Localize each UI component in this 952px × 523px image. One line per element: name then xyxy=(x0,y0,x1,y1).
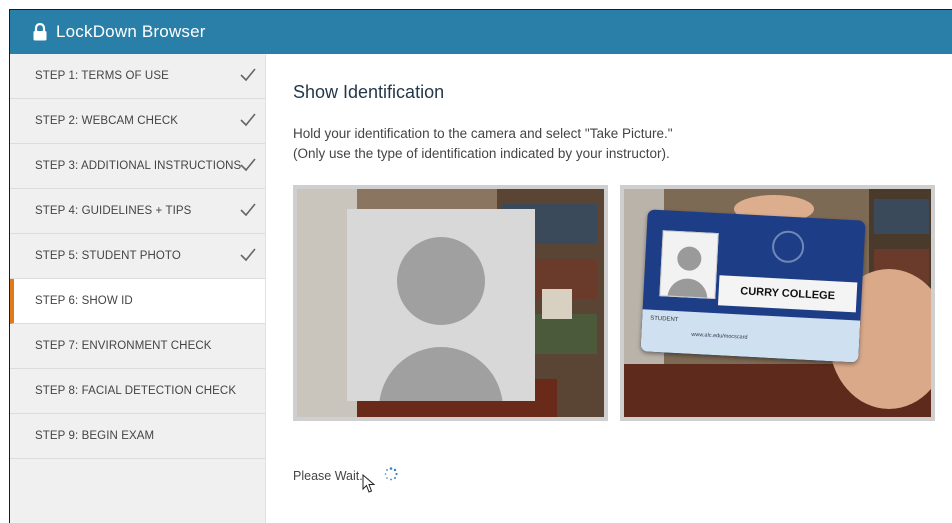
checkmark-icon xyxy=(240,158,256,172)
checkmark-icon xyxy=(240,113,256,127)
title-bar: LockDown Browser xyxy=(10,10,952,54)
mouse-cursor-icon xyxy=(362,474,376,493)
step-webcam-check[interactable]: STEP 2: WEBCAM CHECK xyxy=(10,99,265,144)
instruction-note: (Only use the type of identification ind… xyxy=(293,146,670,161)
id-card-photo xyxy=(659,230,719,319)
person-silhouette-icon xyxy=(379,237,503,401)
instructions: Hold your identification to the camera a… xyxy=(293,124,673,164)
step-label: STEP 5: STUDENT PHOTO xyxy=(35,250,181,262)
step-terms-of-use[interactable]: STEP 1: TERMS OF USE xyxy=(10,54,265,99)
step-environment-check[interactable]: STEP 7: ENVIRONMENT CHECK xyxy=(10,324,265,369)
step-label: STEP 6: SHOW ID xyxy=(35,295,133,307)
instruction-line: Hold your identification to the camera a… xyxy=(293,126,673,141)
page-title: Show Identification xyxy=(293,82,445,102)
step-label: STEP 4: GUIDELINES + TIPS xyxy=(35,205,192,217)
id-card-college-name: CURRY COLLEGE xyxy=(717,275,858,313)
step-guidelines-tips[interactable]: STEP 4: GUIDELINES + TIPS xyxy=(10,189,265,234)
step-label: STEP 9: BEGIN EXAM xyxy=(35,430,155,442)
step-label: STEP 1: TERMS OF USE xyxy=(35,70,169,82)
id-card-url: www.alc.edu/mocscard xyxy=(691,331,748,341)
main-content: Show Identification Hold your identifica… xyxy=(266,54,952,523)
checkmark-icon xyxy=(240,248,256,262)
app-title: LockDown Browser xyxy=(56,22,206,41)
step-show-id[interactable]: STEP 6: SHOW ID xyxy=(10,279,265,324)
step-additional-instructions[interactable]: STEP 3: ADDITIONAL INSTRUCTIONS xyxy=(10,144,265,189)
person-silhouette-icon xyxy=(667,246,708,319)
step-label: STEP 7: ENVIRONMENT CHECK xyxy=(35,340,212,352)
person-placeholder-image xyxy=(347,209,535,401)
steps-sidebar: STEP 1: TERMS OF USE STEP 2: WEBCAM CHEC… xyxy=(10,54,266,523)
spinner-icon xyxy=(384,467,398,481)
step-label: STEP 2: WEBCAM CHECK xyxy=(35,115,179,127)
webcam-scene: CURRY COLLEGE STUDENT www.alc.edu/mocsca… xyxy=(624,189,931,417)
lock-icon xyxy=(33,23,47,41)
step-facial-detection-check[interactable]: STEP 8: FACIAL DETECTION CHECK xyxy=(10,369,265,414)
id-card: CURRY COLLEGE STUDENT www.alc.edu/mocsca… xyxy=(640,209,866,363)
webcam-feed: CURRY COLLEGE STUDENT www.alc.edu/mocsca… xyxy=(620,185,935,421)
id-photo-preview xyxy=(293,185,608,421)
checkmark-icon xyxy=(240,68,256,82)
step-label: STEP 8: FACIAL DETECTION CHECK xyxy=(35,385,237,397)
photo-scene xyxy=(297,189,604,417)
step-begin-exam[interactable]: STEP 9: BEGIN EXAM xyxy=(10,414,265,459)
college-seal-icon xyxy=(771,229,805,264)
id-card-student-label: STUDENT xyxy=(649,315,679,324)
status-text: Please Wait... xyxy=(293,469,370,483)
lockdown-browser-window: LockDown Browser STEP 1: TERMS OF USE ST… xyxy=(9,9,952,523)
step-student-photo[interactable]: STEP 5: STUDENT PHOTO xyxy=(10,234,265,279)
step-label: STEP 3: ADDITIONAL INSTRUCTIONS xyxy=(35,160,242,172)
checkmark-icon xyxy=(240,203,256,217)
